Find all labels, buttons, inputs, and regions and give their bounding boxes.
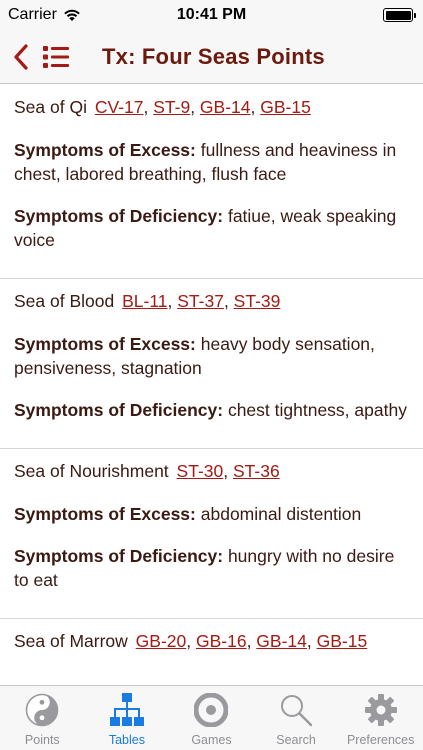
section-name: Sea of Marrow [14,631,128,651]
status-time: 10:41 PM [176,6,247,23]
tab-label: Search [276,733,316,747]
section-sea-of-qi: Sea of Qi CV-17, ST-9, GB-14, GB-15 Symp… [0,85,423,279]
point-link[interactable]: GB-16 [196,631,247,651]
status-bar: Carrier 10:41 PM [0,0,423,30]
back-button[interactable] [8,42,34,72]
section-header: Sea of Marrow GB-20, GB-16, GB-14, GB-15 [14,631,368,651]
point-link[interactable]: BL-11 [122,291,167,311]
section-name: Sea of Nourishment [14,461,169,481]
list-button[interactable] [42,43,70,71]
deficiency-text: chest tightness, apathy [227,400,407,420]
point-link[interactable]: ST-9 [153,97,190,117]
deficiency-symptoms: Symptoms of Deficiency: hungry with no d… [14,544,409,592]
section-sea-of-nourishment: Sea of Nourishment ST-30, ST-36 Symptoms… [0,449,423,619]
excess-label: Symptoms of Excess: [14,504,196,524]
excess-symptoms: Symptoms of Excess: fullness and heavine… [14,138,409,186]
point-link[interactable]: ST-37 [177,291,224,311]
point-link[interactable]: ST-30 [177,461,224,481]
section-header: Sea of Qi CV-17, ST-9, GB-14, GB-15 [14,97,311,117]
gear-icon [364,694,397,726]
tab-tables[interactable]: Tables [85,686,170,750]
tab-games[interactable]: Games [169,686,254,750]
excess-text: abdominal distention [200,504,362,524]
section-name: Sea of Blood [14,291,115,311]
deficiency-label: Symptoms of Deficiency: [14,546,224,566]
target-icon [194,693,229,727]
tab-label: Tables [108,733,145,747]
excess-symptoms: Symptoms of Excess: abdominal distention [14,502,409,526]
tab-search[interactable]: Search [254,686,339,750]
deficiency-label: Symptoms of Deficiency: [14,400,224,420]
deficiency-label: Symptoms of Deficiency: [14,206,224,226]
content-list[interactable]: Sea of Qi CV-17, ST-9, GB-14, GB-15 Symp… [0,85,423,685]
section-sea-of-marrow: Sea of Marrow GB-20, GB-16, GB-14, GB-15 [0,619,423,685]
deficiency-symptoms: Symptoms of Deficiency: chest tightness,… [14,398,409,422]
point-link[interactable]: GB-14 [256,631,307,651]
excess-label: Symptoms of Excess: [14,140,196,160]
battery-icon [383,8,416,22]
point-link[interactable]: GB-15 [317,631,368,651]
search-icon [281,695,313,727]
point-link[interactable]: ST-36 [233,461,280,481]
tab-points[interactable]: Points [0,686,85,750]
point-link[interactable]: GB-14 [200,97,251,117]
point-link[interactable]: GB-15 [260,97,311,117]
excess-symptoms: Symptoms of Excess: heavy body sensation… [14,332,409,380]
tab-preferences[interactable]: Preferences [338,686,423,750]
tab-label: Preferences [346,733,415,747]
tab-label: Points [24,733,60,747]
section-name: Sea of Qi [14,97,87,117]
list-icon [43,46,69,68]
deficiency-symptoms: Symptoms of Deficiency: fatiue, weak spe… [14,204,409,252]
section-header: Sea of Blood BL-11, ST-37, ST-39 [14,291,281,311]
section-header: Sea of Nourishment ST-30, ST-36 [14,461,280,481]
point-link[interactable]: GB-20 [136,631,187,651]
excess-label: Symptoms of Excess: [14,334,196,354]
yin-yang-icon [25,693,59,727]
point-link[interactable]: CV-17 [95,97,144,117]
hierarchy-icon [109,693,144,726]
page-title: Tx: Four Seas Points [102,44,325,69]
chevron-left-icon [14,44,28,70]
point-link[interactable]: ST-39 [234,291,281,311]
tab-bar: Points Tables Games Search Preferences [0,685,423,750]
nav-bar: Tx: Four Seas Points [0,30,423,84]
section-sea-of-blood: Sea of Blood BL-11, ST-37, ST-39 Symptom… [0,279,423,449]
tab-label: Games [191,733,232,747]
